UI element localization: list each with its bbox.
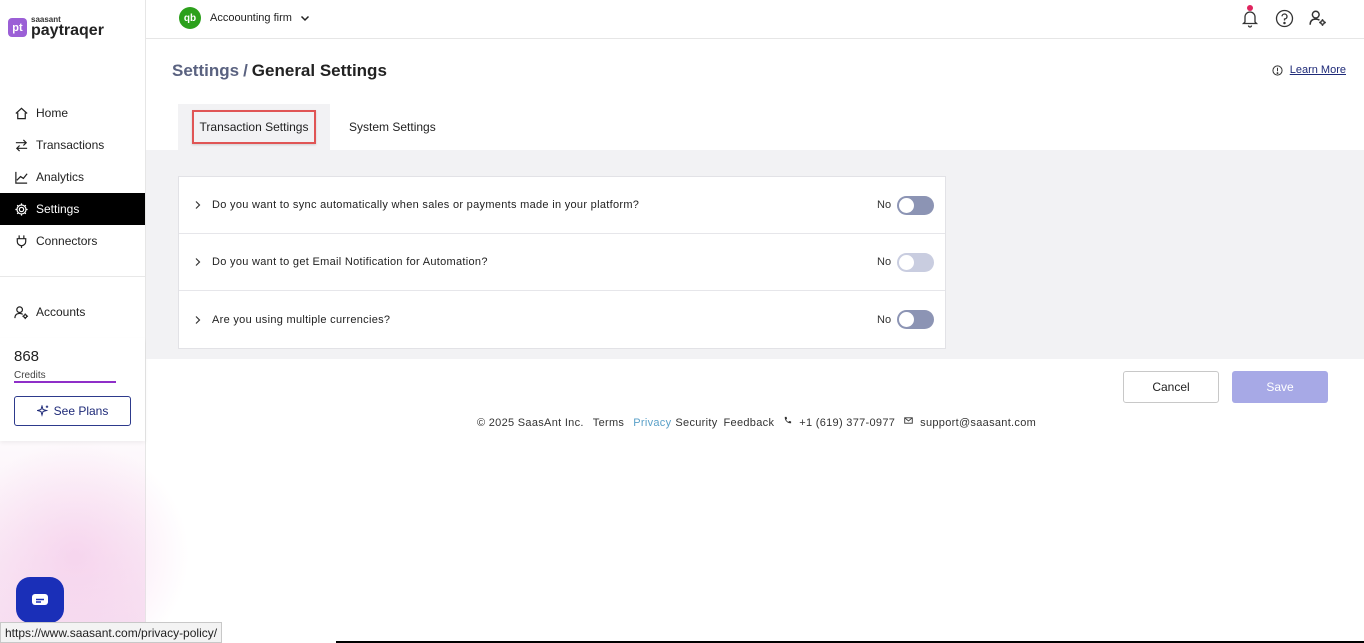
logo-mark: pt — [8, 18, 27, 37]
settings-tabs: Transaction Settings System Settings — [178, 104, 444, 150]
chevron-right-icon — [195, 315, 201, 324]
notification-dot — [1247, 5, 1253, 11]
footer-terms-link[interactable]: Terms — [593, 417, 624, 429]
quickbooks-logo: qb — [179, 7, 201, 29]
chevron-right-icon — [195, 258, 201, 266]
page-footer: © 2025 SaasAnt Inc. Terms Privacy Securi… — [477, 416, 1045, 429]
footer-email[interactable]: support@saasant.com — [920, 417, 1036, 429]
sidebar-item-label: Transactions — [36, 138, 105, 152]
sidebar-item-transactions[interactable]: Transactions — [0, 129, 145, 161]
footer-security-link[interactable]: Security — [675, 417, 717, 429]
footer-feedback-link[interactable]: Feedback — [724, 417, 775, 429]
sidebar-item-label: Connectors — [36, 234, 98, 248]
setting-value: No — [877, 313, 892, 326]
credits-value: 868 — [14, 348, 40, 365]
company-switcher[interactable]: qb Accoounting firm — [179, 7, 310, 29]
sidebar-item-label: Accounts — [36, 305, 86, 319]
setting-row-multiple-currencies[interactable]: Are you using multiple currencies? No — [179, 291, 945, 348]
setting-question: Are you using multiple currencies? — [212, 313, 391, 326]
sidebar-item-connectors[interactable]: Connectors — [0, 225, 145, 257]
browser-status-url: https://www.saasant.com/privacy-policy/ — [0, 622, 223, 643]
setting-question: Do you want to get Email Notification fo… — [212, 256, 488, 268]
chevron-down-icon — [300, 15, 309, 22]
toggle-knob — [899, 197, 914, 213]
sidebar-divider — [0, 276, 145, 277]
settings-panel: Do you want to sync automatically when s… — [178, 176, 946, 349]
sidebar-item-settings[interactable]: Settings — [0, 193, 145, 225]
breadcrumb-settings-link[interactable]: Settings — [172, 61, 239, 80]
chevron-right-icon — [195, 201, 201, 209]
sidebar-item-label: Home — [36, 106, 69, 120]
footer-privacy-link[interactable]: Privacy — [633, 417, 671, 429]
info-icon — [1272, 64, 1283, 76]
tab-transaction-settings[interactable]: Transaction Settings — [178, 104, 330, 150]
line-chart-icon — [15, 171, 28, 184]
help-button[interactable] — [1274, 8, 1294, 28]
see-plans-button[interactable]: See Plans — [14, 396, 131, 426]
tab-label: Transaction Settings — [191, 110, 317, 144]
bell-icon — [1241, 11, 1259, 28]
toggle-knob — [899, 254, 914, 270]
mail-icon — [904, 416, 913, 424]
sidebar: pt saasant paytraqer Home Transactions A… — [0, 0, 190, 643]
cancel-button[interactable]: Cancel — [1123, 371, 1219, 403]
user-gear-icon — [1309, 10, 1326, 26]
see-plans-label: See Plans — [53, 404, 109, 418]
setting-row-auto-sync[interactable]: Do you want to sync automatically when s… — [179, 177, 945, 234]
setting-question: Do you want to sync automatically when s… — [212, 199, 640, 211]
breadcrumb: Settings / General Settings — [172, 61, 387, 81]
learn-more-label: Learn More — [1289, 64, 1346, 76]
credits-progress-bar — [14, 381, 116, 383]
auto-sync-toggle[interactable] — [897, 195, 934, 215]
sidebar-item-label: Analytics — [36, 170, 85, 184]
user-settings-button[interactable] — [1308, 8, 1328, 28]
footer-copyright: © 2025 SaasAnt Inc. — [477, 417, 584, 429]
transfer-arrows-icon — [15, 138, 28, 152]
tab-system-settings[interactable]: System Settings — [330, 104, 444, 150]
home-icon — [15, 107, 28, 119]
sidebar-item-home[interactable]: Home — [0, 97, 145, 129]
sparkle-icon — [36, 405, 48, 417]
setting-row-email-notification[interactable]: Do you want to get Email Notification fo… — [179, 234, 945, 291]
credits-progress-fill — [14, 381, 116, 383]
toggle-knob — [899, 312, 914, 327]
app-logo[interactable]: pt saasant paytraqer — [8, 16, 104, 39]
email-notification-toggle[interactable] — [897, 252, 934, 272]
breadcrumb-separator: / — [243, 61, 248, 80]
multiple-currencies-toggle[interactable] — [897, 310, 934, 329]
sidebar-item-label: Settings — [36, 202, 80, 216]
logo-brand-name: paytraqer — [31, 22, 104, 39]
setting-value: No — [877, 199, 892, 211]
user-settings-icon — [14, 305, 29, 319]
credits-card: 868 Credits See Plans — [0, 338, 145, 441]
footer-phone[interactable]: +1 (619) 377-0977 — [799, 417, 895, 429]
plug-icon — [16, 234, 27, 248]
chat-widget-button[interactable] — [16, 577, 64, 623]
credits-label: Credits — [14, 370, 46, 381]
sidebar-accounts-section: Accounts — [0, 296, 145, 328]
top-bar: qb Accoounting firm — [146, 0, 1364, 39]
tab-label: System Settings — [349, 120, 436, 134]
learn-more-link[interactable]: Learn More — [1272, 64, 1346, 76]
gear-icon — [15, 202, 28, 216]
phone-icon — [785, 416, 792, 423]
help-icon — [1275, 9, 1293, 27]
page-title: General Settings — [251, 61, 387, 80]
sidebar-nav: Home Transactions Analytics Settings Con… — [0, 97, 145, 257]
sidebar-item-accounts[interactable]: Accounts — [0, 296, 145, 328]
top-bar-actions — [1226, 5, 1328, 28]
company-name: Accoounting firm — [210, 12, 292, 24]
save-button[interactable]: Save — [1232, 371, 1328, 403]
setting-value: No — [877, 256, 892, 268]
sidebar-item-analytics[interactable]: Analytics — [0, 161, 145, 193]
chat-icon — [32, 594, 48, 605]
notifications-button[interactable] — [1240, 5, 1260, 28]
